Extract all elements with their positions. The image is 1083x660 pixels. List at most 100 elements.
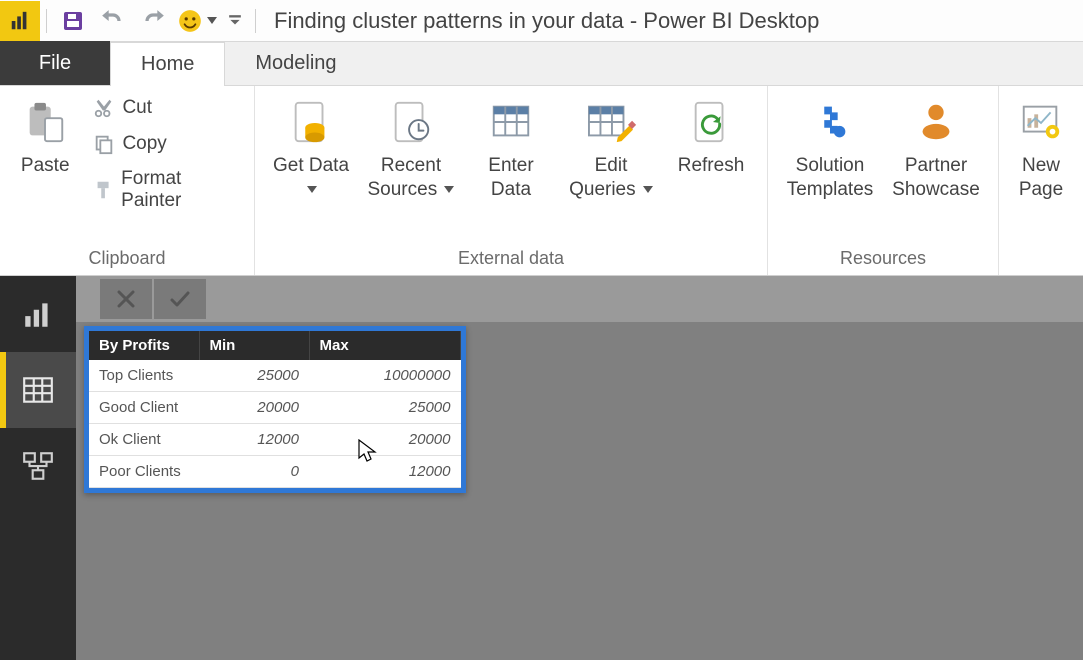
cell-min: 0 <box>199 456 309 488</box>
undo-icon <box>100 8 126 34</box>
redo-button[interactable] <box>133 0 173 41</box>
cell-min: 12000 <box>199 424 309 456</box>
cell-min: 20000 <box>199 392 309 424</box>
get-data-icon <box>285 96 337 148</box>
ribbon-group-title: Clipboard <box>12 242 242 273</box>
data-view-button[interactable] <box>0 352 76 428</box>
ribbon-group-insert-partial: New Page <box>999 86 1083 275</box>
recent-sources-label: Recent Sources <box>368 155 442 200</box>
cell-max: 25000 <box>309 392 461 424</box>
table-row[interactable]: Top Clients 25000 10000000 <box>89 360 461 392</box>
get-data-button[interactable]: Get Data <box>267 92 355 202</box>
feedback-button[interactable] <box>173 0 221 41</box>
ribbon-group-external-data: Get Data Recent Sources <box>255 86 768 275</box>
column-header[interactable]: By Profits <box>89 331 199 360</box>
tab-file[interactable]: File <box>0 41 110 85</box>
relationships-view-icon <box>21 449 55 483</box>
edit-queries-label: Edit Queries <box>569 155 636 200</box>
data-table-selection[interactable]: By Profits Min Max Top Clients 25000 100… <box>84 326 466 493</box>
chevron-down-icon <box>207 17 217 24</box>
formula-bar <box>76 276 1083 322</box>
paste-label: Paste <box>21 154 70 178</box>
partner-showcase-icon <box>910 96 962 148</box>
smiley-icon <box>177 8 203 34</box>
tab-home[interactable]: Home <box>110 42 225 86</box>
redo-icon <box>140 8 166 34</box>
canvas-area: By Profits Min Max Top Clients 25000 100… <box>76 276 1083 660</box>
data-view-icon <box>21 373 55 407</box>
table-header-row: By Profits Min Max <box>89 331 461 360</box>
column-header[interactable]: Min <box>199 331 309 360</box>
cell-label: Ok Client <box>89 424 199 456</box>
save-icon <box>61 9 85 33</box>
new-page-button[interactable]: New Page <box>1011 92 1071 202</box>
title-bar: Finding cluster patterns in your data - … <box>0 0 1083 42</box>
report-view-button[interactable] <box>0 276 76 352</box>
table-row[interactable]: Good Client 20000 25000 <box>89 392 461 424</box>
refresh-icon <box>685 96 737 148</box>
data-table: By Profits Min Max Top Clients 25000 100… <box>89 331 461 488</box>
format-painter-label: Format Painter <box>121 168 240 212</box>
paste-icon <box>19 96 71 148</box>
edit-queries-button[interactable]: Edit Queries <box>561 92 661 202</box>
cell-max: 10000000 <box>309 360 461 392</box>
format-painter-icon <box>92 178 115 202</box>
cut-icon <box>92 96 116 120</box>
enter-data-icon <box>485 96 537 148</box>
ribbon-group-title: External data <box>267 242 755 273</box>
get-data-label: Get Data <box>273 155 349 176</box>
copy-button[interactable]: Copy <box>90 128 242 160</box>
formula-cancel-button[interactable] <box>100 279 152 319</box>
close-icon <box>114 287 138 311</box>
ribbon: Paste Cut Copy <box>0 86 1083 276</box>
enter-data-button[interactable]: Enter Data <box>467 92 555 202</box>
app-logo <box>0 1 40 41</box>
ribbon-tab-strip: File Home Modeling <box>0 42 1083 86</box>
customize-qat-icon <box>228 14 242 28</box>
cell-min: 25000 <box>199 360 309 392</box>
solution-templates-label: Solution Templates <box>780 154 880 202</box>
recent-sources-icon <box>385 96 437 148</box>
cell-max: 12000 <box>309 456 461 488</box>
cut-button[interactable]: Cut <box>90 92 242 124</box>
solution-templates-button[interactable]: Solution Templates <box>780 92 880 202</box>
ribbon-group-resources: Solution Templates Partner Showcase Reso… <box>768 86 999 275</box>
refresh-label: Refresh <box>678 154 745 178</box>
cell-label: Top Clients <box>89 360 199 392</box>
save-button[interactable] <box>53 0 93 41</box>
tab-modeling[interactable]: Modeling <box>225 41 366 85</box>
recent-sources-button[interactable]: Recent Sources <box>361 92 461 202</box>
chevron-down-icon <box>307 186 317 193</box>
qat-separator <box>255 9 256 33</box>
table-row[interactable]: Ok Client 12000 20000 <box>89 424 461 456</box>
chevron-down-icon <box>643 186 653 193</box>
formula-commit-button[interactable] <box>154 279 206 319</box>
table-row[interactable]: Poor Clients 0 12000 <box>89 456 461 488</box>
qat-separator <box>46 9 47 33</box>
chevron-down-icon <box>444 186 454 193</box>
enter-data-label: Enter Data <box>467 154 555 202</box>
qat-customize-button[interactable] <box>221 0 249 41</box>
report-view-icon <box>21 297 55 331</box>
cell-label: Good Client <box>89 392 199 424</box>
ribbon-group-clipboard: Paste Cut Copy <box>0 86 255 275</box>
window-title: Finding cluster patterns in your data - … <box>274 8 819 34</box>
powerbi-icon <box>9 10 31 32</box>
ribbon-group-title: Resources <box>780 242 986 273</box>
cut-label: Cut <box>122 97 152 119</box>
undo-button[interactable] <box>93 0 133 41</box>
column-header[interactable]: Max <box>309 331 461 360</box>
view-switcher <box>0 276 76 660</box>
new-page-icon <box>1015 96 1067 148</box>
partner-showcase-button[interactable]: Partner Showcase <box>886 92 986 202</box>
format-painter-button[interactable]: Format Painter <box>90 164 242 216</box>
solution-templates-icon <box>804 96 856 148</box>
copy-icon <box>92 132 116 156</box>
relationships-view-button[interactable] <box>0 428 76 504</box>
cell-label: Poor Clients <box>89 456 199 488</box>
quick-access-toolbar <box>0 0 262 41</box>
copy-label: Copy <box>122 133 166 155</box>
refresh-button[interactable]: Refresh <box>667 92 755 178</box>
paste-button[interactable]: Paste <box>12 92 78 178</box>
partner-showcase-label: Partner Showcase <box>886 154 986 202</box>
